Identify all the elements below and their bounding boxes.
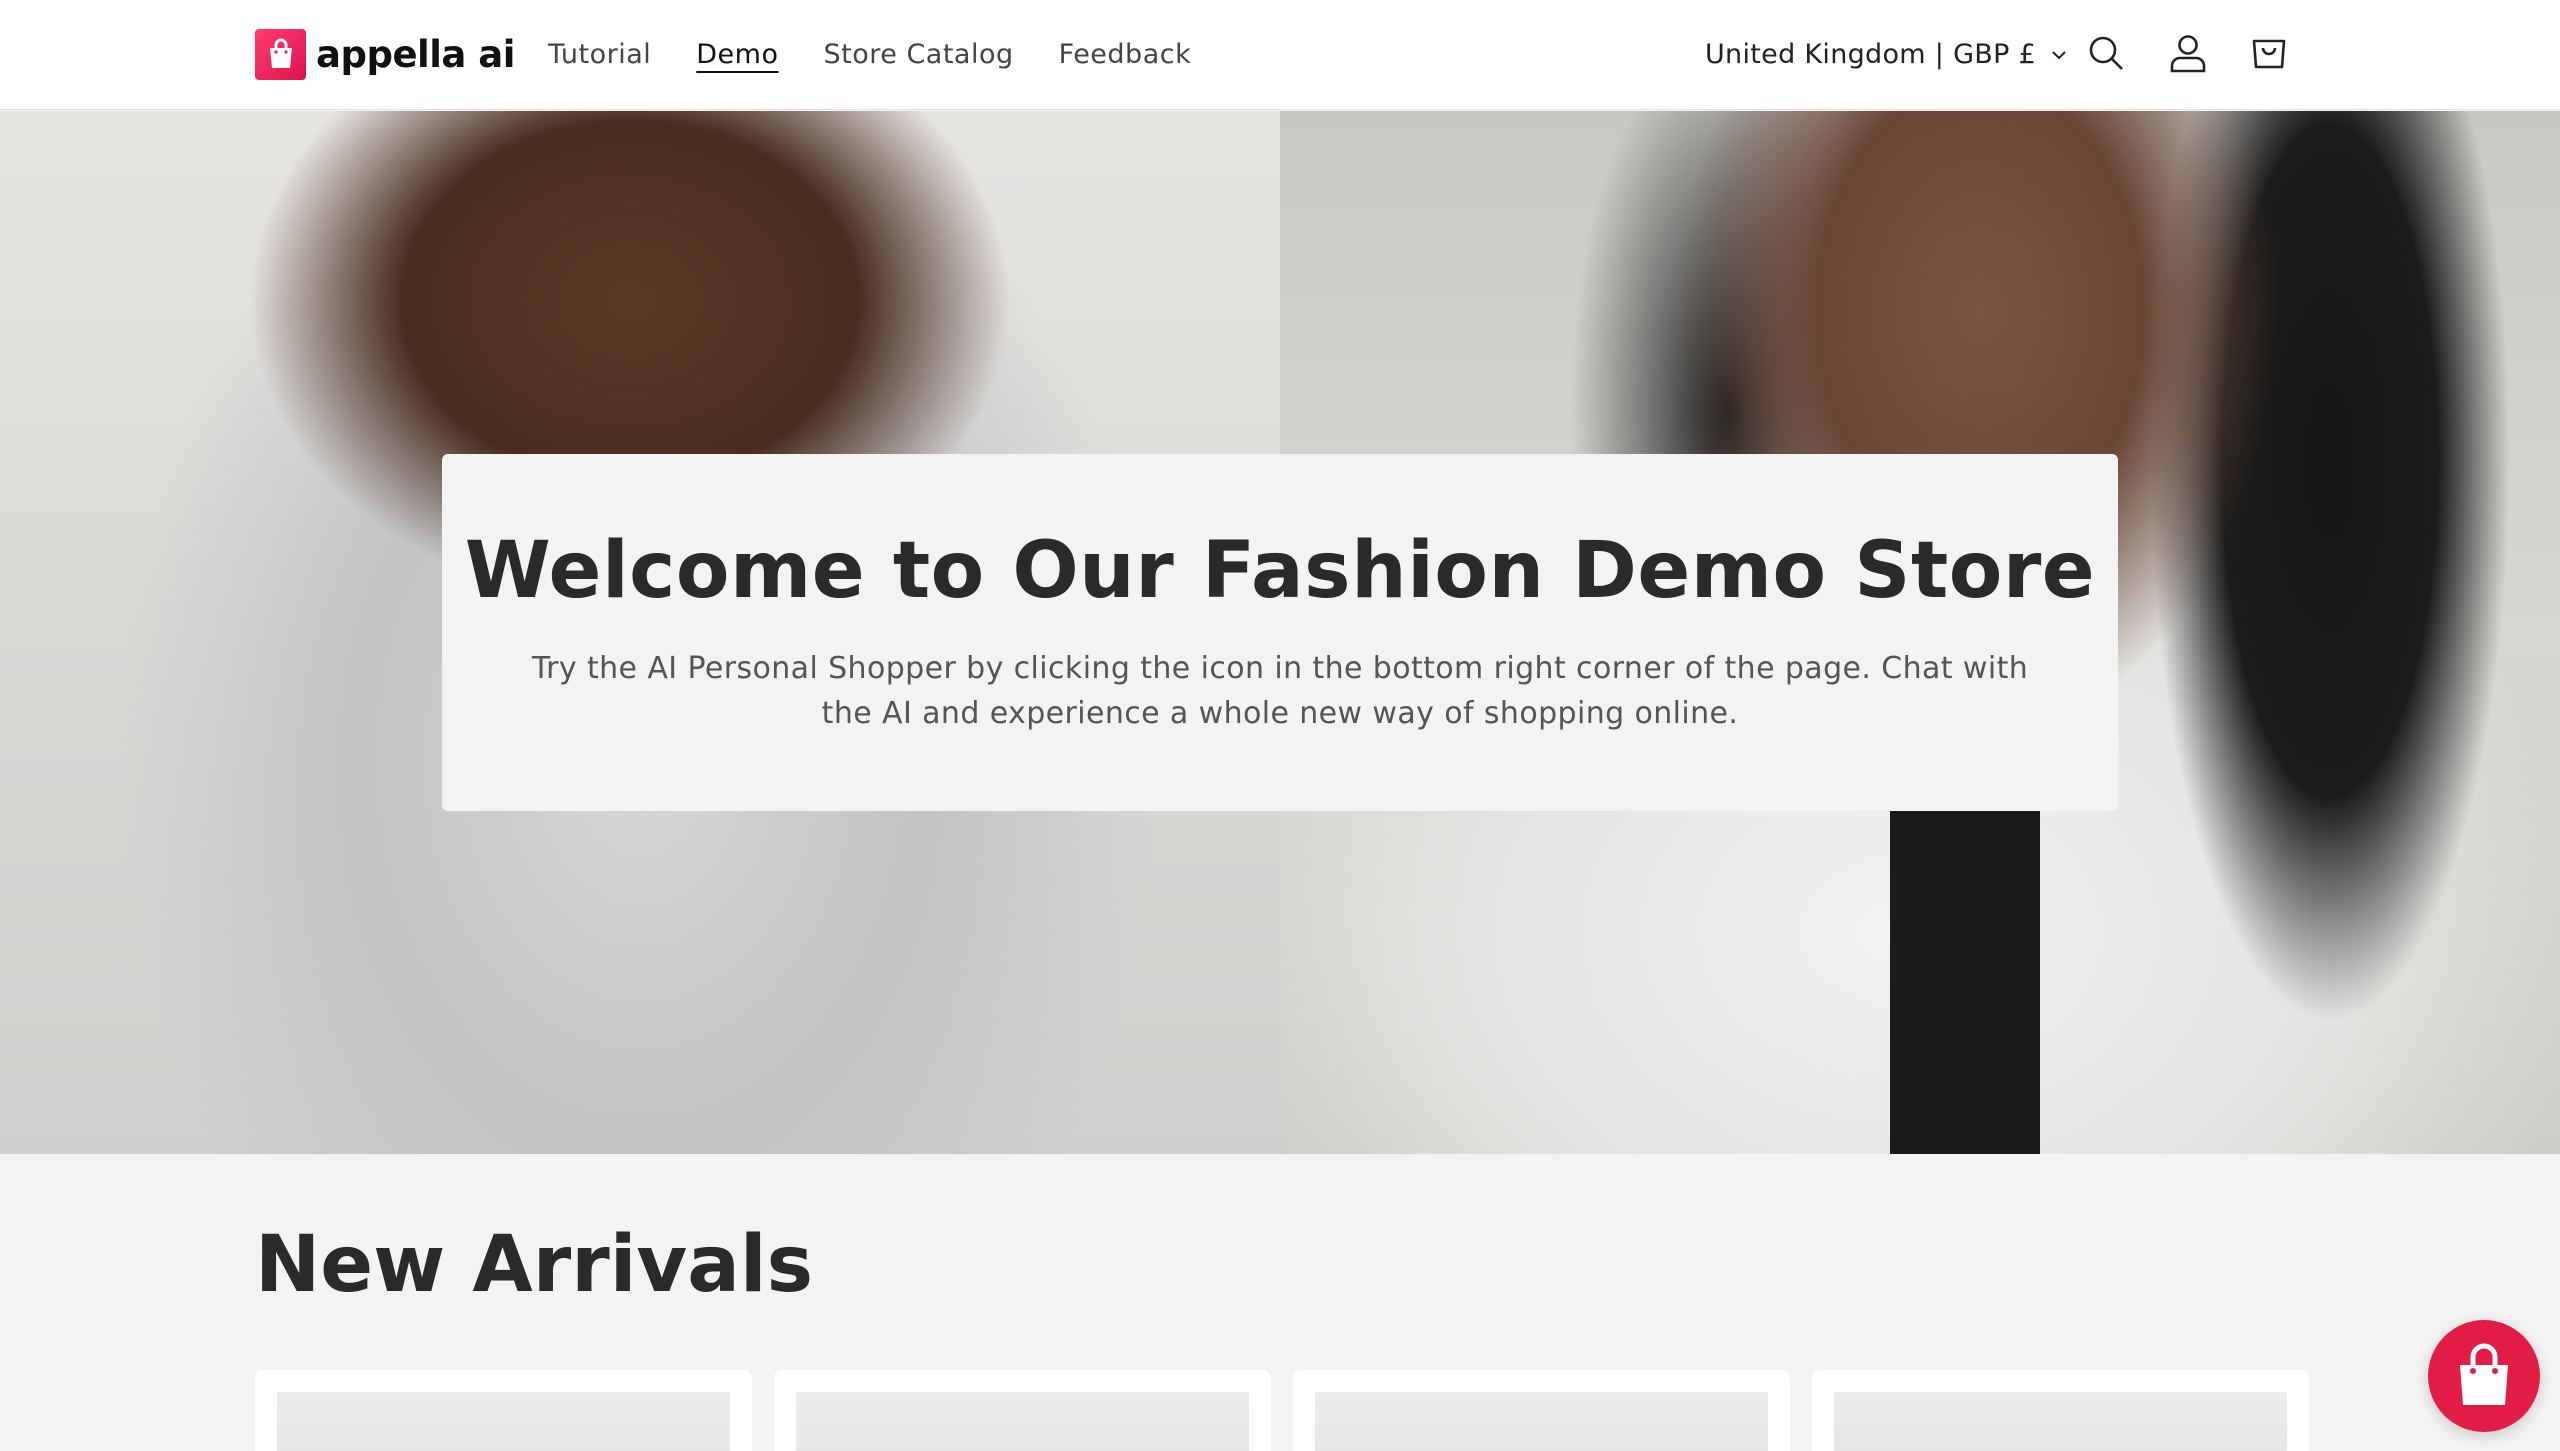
product-image[interactable]	[1834, 1392, 2287, 1451]
product-grid	[255, 1370, 2309, 1451]
hero-text-card: Welcome to Our Fashion Demo Store Try th…	[442, 454, 2118, 811]
new-arrivals-heading: New Arrivals	[255, 1220, 814, 1310]
brand-logo[interactable]: appella ai	[255, 28, 515, 80]
hero-subtitle: Try the AI Personal Shopper by clicking …	[531, 651, 2029, 731]
hero-banner: Welcome to Our Fashion Demo Store Try th…	[0, 111, 2560, 1154]
product-card[interactable]	[1812, 1370, 2309, 1451]
shopping-bag-icon	[2460, 1343, 2508, 1405]
brand-name: appella ai	[316, 32, 515, 76]
chevron-down-icon	[2052, 51, 2066, 60]
hero-image-detail	[1890, 811, 2040, 1154]
product-card[interactable]	[1293, 1370, 1790, 1451]
product-card[interactable]	[774, 1370, 1271, 1451]
product-image[interactable]	[796, 1392, 1249, 1451]
product-image[interactable]	[1315, 1392, 1768, 1451]
locale-selector[interactable]: United Kingdom | GBP £	[1705, 34, 2068, 76]
main-nav: Tutorial Demo Store Catalog Feedback	[548, 34, 1236, 76]
locale-label: United Kingdom | GBP £	[1705, 39, 2037, 70]
shopping-bag-logo-icon	[255, 28, 306, 80]
ai-shopper-chat-button[interactable]	[2428, 1320, 2540, 1432]
product-card[interactable]	[255, 1370, 752, 1451]
nav-feedback[interactable]: Feedback	[1059, 34, 1192, 76]
cart-icon[interactable]	[2246, 30, 2292, 76]
product-image[interactable]	[277, 1392, 730, 1451]
nav-demo[interactable]: Demo	[696, 34, 778, 76]
search-icon[interactable]	[2083, 30, 2129, 76]
site-header: appella ai Tutorial Demo Store Catalog F…	[0, 0, 2560, 110]
account-icon[interactable]	[2165, 30, 2211, 76]
hero-title: Welcome to Our Fashion Demo Store	[464, 526, 2096, 616]
nav-tutorial[interactable]: Tutorial	[548, 34, 651, 76]
nav-store-catalog[interactable]: Store Catalog	[824, 34, 1014, 76]
